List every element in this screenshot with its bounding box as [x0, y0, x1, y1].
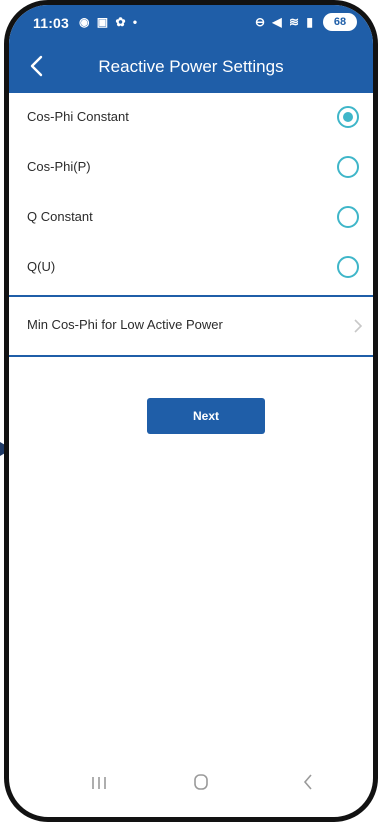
option-cos-phi-constant[interactable]: Cos-Phi Constant	[9, 93, 373, 143]
page-title: Reactive Power Settings	[98, 57, 284, 76]
recent-apps-icon[interactable]	[89, 775, 109, 791]
system-status-icons: ⊖ ◀ ≋ ▮	[255, 15, 315, 29]
radio-button[interactable]	[337, 156, 359, 178]
back-icon[interactable]	[302, 773, 314, 791]
nav-bar: Reactive Power Settings	[9, 39, 373, 93]
radio-button[interactable]	[337, 256, 359, 278]
radio-button[interactable]	[337, 206, 359, 228]
notification-icons: ◉ ▣ ✿ •	[79, 15, 140, 29]
min-cos-phi-row[interactable]: Min Cos-Phi for Low Active Power	[9, 295, 373, 357]
option-label: Cos-Phi(P)	[27, 159, 91, 174]
chevron-right-icon	[354, 319, 363, 333]
app-header: 11:03 ◉ ▣ ✿ • ⊖ ◀ ≋ ▮ 68 Reactive Power …	[9, 5, 373, 93]
option-q-u[interactable]: Q(U)	[9, 243, 373, 293]
battery-icon: 68	[323, 13, 357, 31]
option-label: Q(U)	[27, 259, 56, 274]
min-cos-phi-label: Min Cos-Phi for Low Active Power	[27, 317, 223, 332]
android-nav-bar	[9, 757, 373, 817]
status-bar: 11:03 ◉ ▣ ✿ • ⊖ ◀ ≋ ▮ 68	[9, 5, 373, 39]
option-label: Q Constant	[27, 209, 93, 224]
status-time: 11:03	[33, 15, 70, 31]
option-q-constant[interactable]: Q Constant	[9, 193, 373, 243]
phone-screen: 11:03 ◉ ▣ ✿ • ⊖ ◀ ≋ ▮ 68 Reactive Power …	[4, 0, 378, 822]
next-button[interactable]: Next	[147, 398, 265, 434]
radio-button-checked[interactable]	[337, 106, 359, 128]
reactive-power-mode-list: Cos-Phi Constant Cos-Phi(P) Q Constant Q…	[9, 93, 373, 293]
home-icon[interactable]	[193, 773, 209, 791]
option-label: Cos-Phi Constant	[27, 109, 129, 124]
option-cos-phi-p[interactable]: Cos-Phi(P)	[9, 143, 373, 193]
